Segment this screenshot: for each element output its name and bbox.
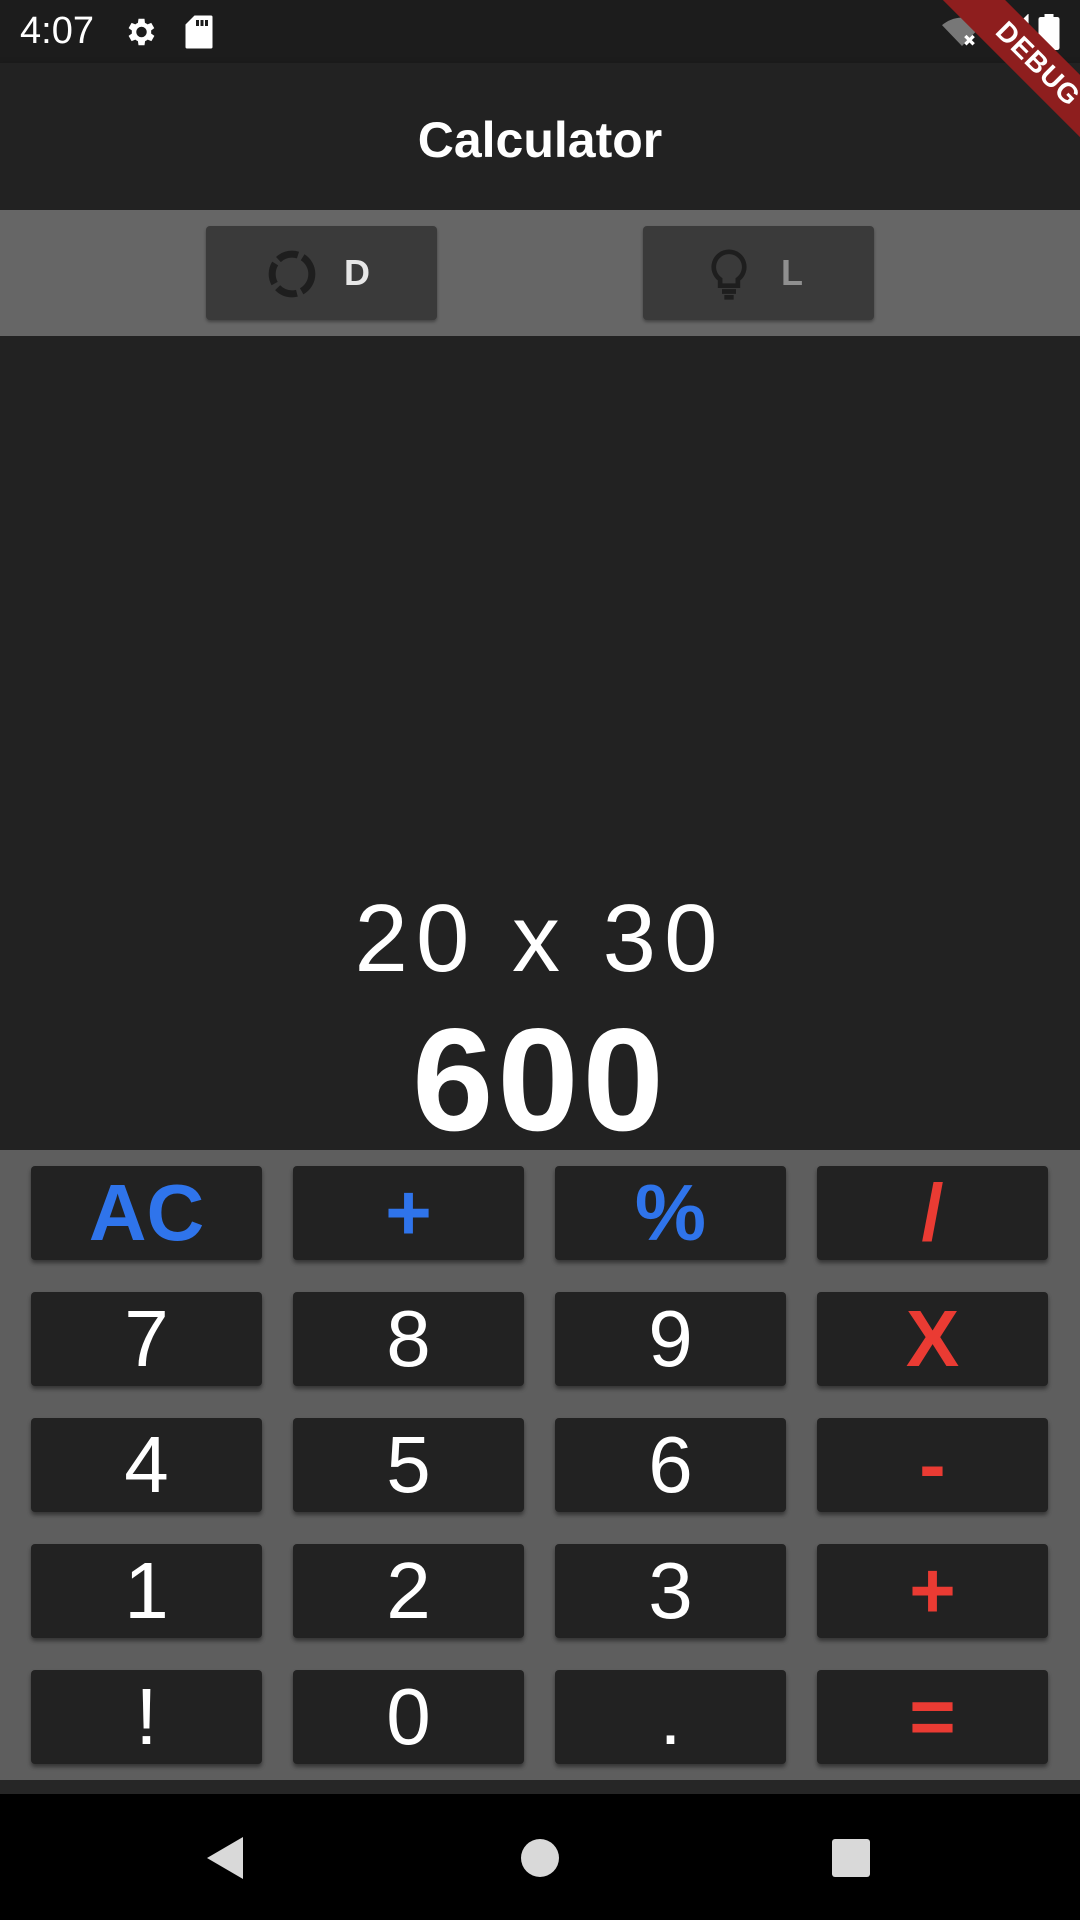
home-icon[interactable] — [520, 1838, 560, 1883]
recents-icon[interactable] — [831, 1838, 871, 1883]
battery-icon — [1038, 14, 1060, 55]
plus-button[interactable]: + — [817, 1544, 1048, 1638]
expression-display: 20 x 30 — [354, 885, 726, 992]
dark-theme-button[interactable]: D — [206, 226, 437, 320]
all-clear-button[interactable]: AC — [31, 1166, 262, 1260]
gear-icon — [122, 14, 158, 55]
sd-card-icon — [184, 14, 214, 55]
digit-6-button[interactable]: 6 — [555, 1418, 786, 1512]
digit-7-button[interactable]: 7 — [31, 1292, 262, 1386]
theme-toggle-bar: D L — [0, 210, 1080, 336]
navigation-bar — [0, 1794, 1080, 1920]
digit-0-button[interactable]: 0 — [293, 1670, 524, 1764]
divide-button[interactable]: / — [817, 1166, 1048, 1260]
display-area: 20 x 30 600 — [0, 336, 1080, 1161]
digit-1-button[interactable]: 1 — [31, 1544, 262, 1638]
digit-8-button[interactable]: 8 — [293, 1292, 524, 1386]
dark-mode-icon — [264, 246, 320, 307]
page-title: Calculator — [417, 112, 663, 168]
percent-button[interactable]: % — [555, 1166, 786, 1260]
equals-button[interactable]: = — [817, 1670, 1048, 1764]
wifi-off-icon — [942, 14, 982, 53]
plus-button[interactable]: + — [293, 1166, 524, 1260]
divider — [0, 1780, 1080, 1794]
factorial-button[interactable]: ! — [31, 1670, 262, 1764]
digit-4-button[interactable]: 4 — [31, 1418, 262, 1512]
keypad: AC +% / 7 8 9 X 4 5 6- 1 2 3 +! 0. = — [0, 1150, 1080, 1780]
back-icon[interactable] — [205, 1835, 245, 1886]
digit-5-button[interactable]: 5 — [293, 1418, 524, 1512]
digit-2-button[interactable]: 2 — [293, 1544, 524, 1638]
status-time: 4:07 — [20, 10, 94, 52]
digit-9-button[interactable]: 9 — [555, 1292, 786, 1386]
dark-theme-label: D — [344, 252, 370, 293]
decimal-point-button[interactable]: . — [555, 1670, 786, 1764]
light-theme-button[interactable]: L — [643, 226, 874, 320]
signal-off-icon — [995, 13, 1030, 53]
result-display: 600 — [412, 998, 668, 1161]
light-theme-label: L — [781, 252, 803, 293]
digit-3-button[interactable]: 3 — [555, 1544, 786, 1638]
app-bar: Calculator — [0, 63, 1080, 210]
multiply-button[interactable]: X — [817, 1292, 1048, 1386]
status-bar: 4:07 — [0, 0, 1080, 63]
minus-button[interactable]: - — [817, 1418, 1048, 1512]
lightbulb-icon — [701, 246, 757, 307]
